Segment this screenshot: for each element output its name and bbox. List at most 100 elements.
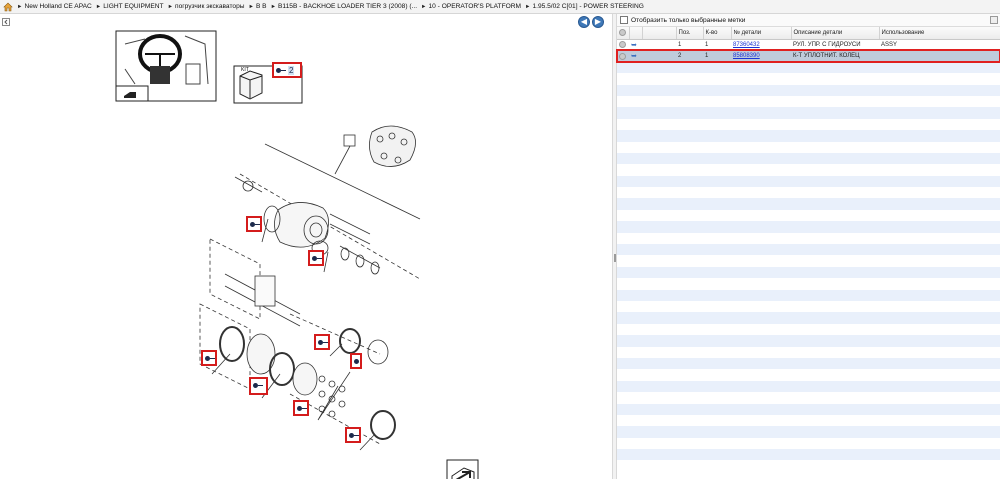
- column-header-part-number[interactable]: № детали: [731, 27, 792, 40]
- chevron-right-icon: ►: [17, 4, 23, 10]
- part-number-link[interactable]: 85808390: [733, 53, 760, 59]
- empty-grid-row: [617, 152, 1000, 165]
- home-icon[interactable]: [2, 1, 14, 13]
- empty-grid-row: [617, 61, 1000, 74]
- breadcrumb-item[interactable]: ► LIGHT EQUIPMENT: [96, 3, 164, 10]
- exploded-view-lines: [199, 125, 421, 451]
- empty-grid-row: [617, 460, 1000, 472]
- empty-rows-area: [617, 61, 1000, 472]
- cell-qty: 1: [703, 50, 731, 62]
- empty-grid-row: [617, 266, 1000, 279]
- diagram-callout[interactable]: [350, 353, 362, 369]
- splitter-grip[interactable]: [614, 254, 616, 262]
- filter-bar: Отобразить только выбранные метки: [617, 14, 1000, 27]
- diagram-callout[interactable]: [249, 377, 268, 395]
- empty-grid-row: [617, 346, 1000, 358]
- empty-grid-row: [617, 95, 1000, 108]
- cell-pos: 1: [676, 39, 703, 51]
- empty-grid-row: [617, 403, 1000, 415]
- empty-grid-row: [617, 198, 1000, 210]
- chevron-right-icon: ►: [421, 4, 427, 10]
- breadcrumb-item[interactable]: ► B B: [248, 3, 266, 10]
- empty-grid-row: [617, 289, 1000, 301]
- empty-grid-row: [617, 426, 1000, 438]
- empty-grid-row: [617, 187, 1000, 199]
- column-header-usage[interactable]: Использование: [879, 27, 1000, 40]
- empty-grid-row: [617, 175, 1000, 188]
- empty-grid-row: [617, 357, 1000, 370]
- empty-grid-row: [617, 312, 1000, 324]
- empty-grid-row: [617, 414, 1000, 427]
- cell-usage: ASSY: [879, 39, 1000, 51]
- empty-grid-row: [617, 369, 1000, 381]
- column-header-pos[interactable]: Поз.: [676, 27, 704, 40]
- chevron-right-icon: ►: [95, 4, 102, 10]
- diagram-callout[interactable]: [308, 250, 324, 266]
- row-select-icon[interactable]: [617, 39, 629, 51]
- table-row-selected[interactable]: ➥ 2 1 85808390 К-Т УПЛОТНИТ. КОЛЕЦ: [616, 49, 1000, 63]
- empty-grid-row: [617, 84, 1000, 96]
- table-row[interactable]: ➥ 1 1 87360432 РУЛ. УПР. С ГИДРОУСИ ASSY: [617, 39, 1000, 51]
- empty-grid-row: [617, 244, 1000, 256]
- chevron-right-icon: ►: [167, 4, 174, 10]
- panel-options-icon[interactable]: [990, 16, 998, 24]
- chevron-right-icon: ►: [525, 4, 531, 10]
- table-header: Поз. К-во № детали Описание детали Испол…: [617, 27, 1000, 40]
- empty-grid-row: [617, 300, 1000, 313]
- empty-grid-row: [617, 73, 1000, 85]
- empty-grid-row: [617, 118, 1000, 131]
- breadcrumb-item[interactable]: ► New Holland CE APAC: [17, 3, 92, 10]
- cell-pos: 2: [676, 50, 703, 62]
- empty-grid-row: [617, 278, 1000, 290]
- kit-label: KIT: [241, 67, 249, 73]
- breadcrumb-item[interactable]: ► 10 - OPERATOR'S PLATFORM: [421, 3, 521, 10]
- diagram-pane: ◀ ▶ 2 KIT: [0, 14, 612, 479]
- cell-description: РУЛ. УПР. С ГИДРОУСИ: [791, 39, 879, 51]
- parts-table: Поз. К-во № детали Описание детали Испол…: [616, 27, 1000, 63]
- chevron-right-icon: ►: [270, 4, 277, 10]
- parts-list-pane: Отобразить только выбранные метки Поз. К…: [616, 14, 1000, 479]
- cell-usage: [879, 50, 1000, 62]
- empty-grid-row: [617, 221, 1000, 233]
- breadcrumb-item[interactable]: ► B115B - BACKHOE LOADER TIER 3 (2008) (.…: [271, 3, 417, 10]
- empty-grid-row: [617, 449, 1000, 461]
- empty-grid-row: [617, 323, 1000, 336]
- add-to-cart-icon[interactable]: ➥: [629, 39, 642, 51]
- empty-grid-row: [617, 232, 1000, 245]
- show-selected-only-checkbox[interactable]: [620, 16, 628, 24]
- breadcrumb-item[interactable]: ► погрузчик экскаваторы: [168, 3, 245, 10]
- empty-grid-row: [617, 141, 1000, 153]
- cell-qty: 1: [703, 39, 731, 51]
- empty-grid-row: [617, 209, 1000, 222]
- diagram-callout[interactable]: [201, 350, 217, 366]
- select-all-icon[interactable]: [617, 27, 630, 40]
- column-header-description[interactable]: Описание детали: [791, 27, 880, 40]
- empty-grid-row: [617, 107, 1000, 119]
- empty-grid-row: [617, 392, 1000, 404]
- breadcrumb-item-current: ► 1.95.5/02 C[01] - POWER STEERING: [525, 3, 644, 10]
- steering-wheel-thumbnail: [115, 30, 217, 102]
- empty-grid-row: [617, 335, 1000, 347]
- filter-label: Отобразить только выбранные метки: [631, 16, 746, 24]
- diagram-callout[interactable]: [293, 400, 309, 416]
- diagram-callout[interactable]: [345, 427, 361, 443]
- cell-description: К-Т УПЛОТНИТ. КОЛЕЦ: [791, 50, 879, 62]
- diagram-callout[interactable]: [246, 216, 262, 232]
- cell-part-number: 85808390: [731, 50, 791, 62]
- column-header-qty[interactable]: К-во: [703, 27, 732, 40]
- part-number-link[interactable]: 87360432: [733, 42, 760, 48]
- navigate-back-icon[interactable]: [446, 459, 479, 479]
- chevron-right-icon: ►: [248, 4, 254, 10]
- kit-callout-number: 2: [288, 66, 295, 75]
- empty-grid-row: [617, 130, 1000, 142]
- empty-grid-row: [617, 164, 1000, 176]
- empty-grid-row: [617, 255, 1000, 267]
- row-select-icon[interactable]: [617, 50, 629, 62]
- diagram-callout[interactable]: [314, 334, 330, 350]
- empty-grid-row: [617, 380, 1000, 393]
- cell-part-number: 87360432: [731, 39, 791, 51]
- empty-grid-row: [617, 437, 1000, 450]
- breadcrumb: ► New Holland CE APAC ► LIGHT EQUIPMENT ► п…: [0, 0, 1000, 14]
- kit-callout-marker[interactable]: 2: [272, 62, 302, 78]
- add-to-cart-icon[interactable]: ➥: [629, 50, 642, 62]
